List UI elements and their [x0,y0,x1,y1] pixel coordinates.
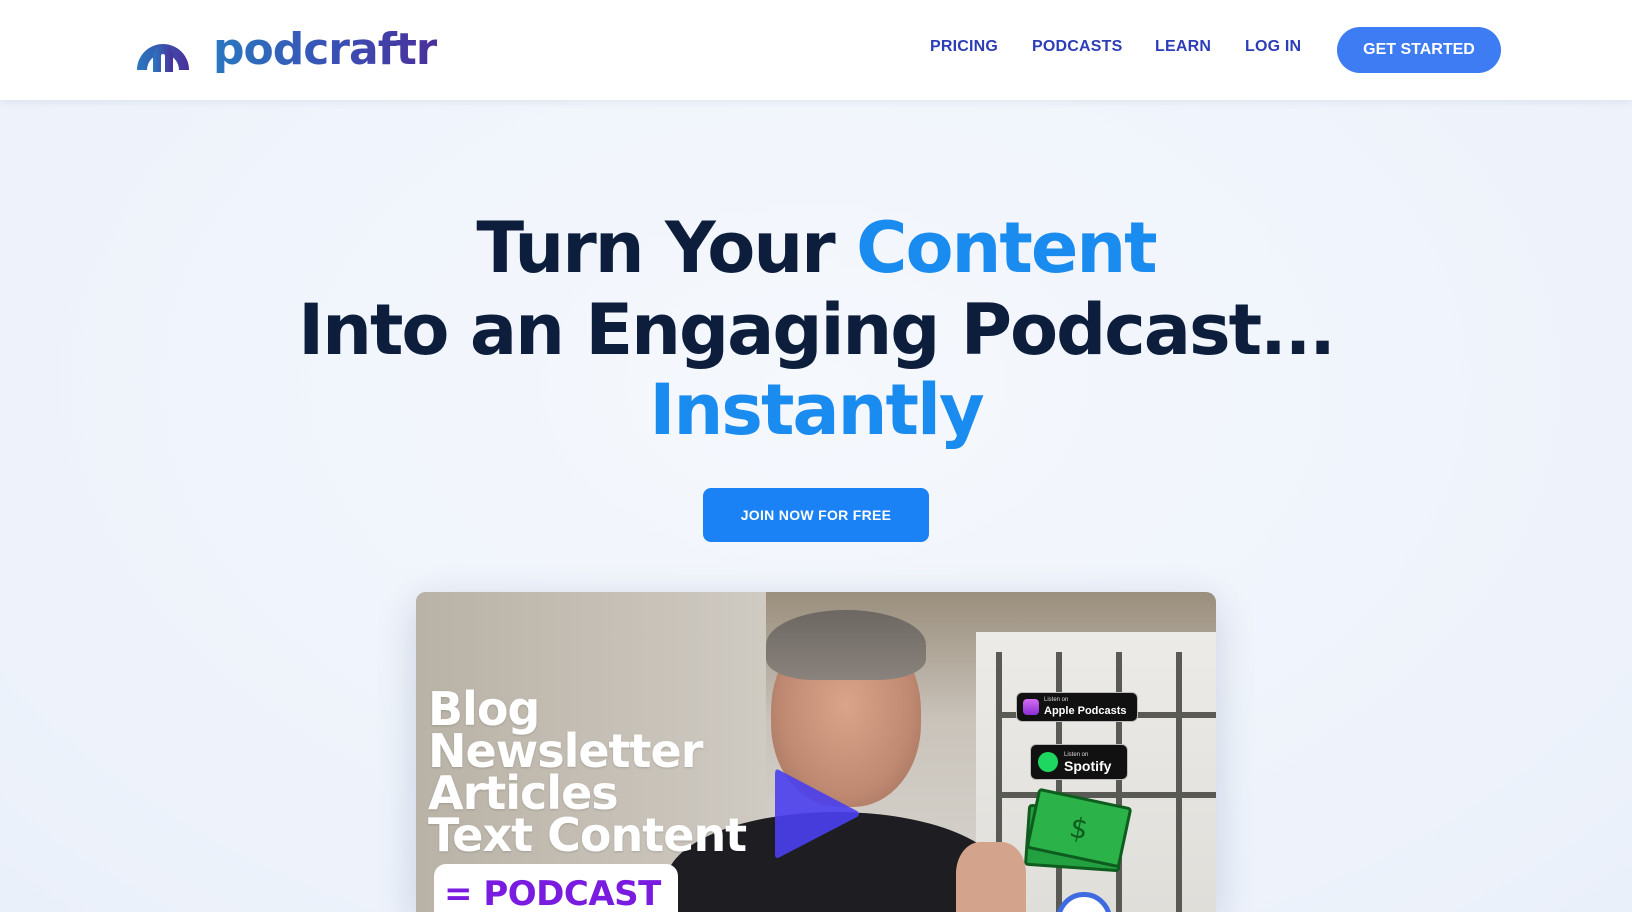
apple-badge-big-text: Apple Podcasts [1044,704,1127,717]
spotify-icon [1038,752,1058,772]
headline-text: Turn Your [476,207,857,289]
nav-learn[interactable]: LEARN [1155,38,1211,56]
podcast-label: = PODCAST [444,874,661,912]
presenter-hand [956,842,1026,912]
headline-line-1: Turn Your Content [0,208,1632,288]
spotify-badge: Listen on Spotify [1030,744,1128,780]
nav-podcasts[interactable]: PODCASTS [1032,38,1123,56]
presenter-hair [766,610,926,680]
headline-line-2: Into an Engaging Podcast... [298,289,1336,371]
apple-podcasts-badge: Listen on Apple Podcasts [1016,692,1138,722]
logo-text: podcraftr [213,24,438,75]
spotify-badge-big-text: Spotify [1064,757,1112,774]
apple-badge-small-text: Listen on [1044,696,1069,703]
nav-pricing[interactable]: PRICING [930,38,998,56]
podcraftr-logo-icon [137,44,189,72]
play-icon[interactable] [771,764,863,864]
headline-accent-instantly: Instantly [649,369,984,451]
logo[interactable]: podcraftr [133,24,438,75]
headline-accent-content: Content [856,207,1158,289]
promo-video[interactable]: Blog Newsletter Articles Text Content = … [416,592,1216,912]
video-text-content: Text Content [428,808,747,862]
apple-podcasts-icon [1023,699,1039,715]
get-started-button[interactable]: GET STARTED [1337,27,1501,73]
site-header: podcraftr PRICING PODCASTS LEARN LOG IN … [0,0,1632,100]
nav-log-in[interactable]: LOG IN [1245,38,1301,56]
join-now-button[interactable]: JOIN NOW FOR FREE [703,488,929,542]
